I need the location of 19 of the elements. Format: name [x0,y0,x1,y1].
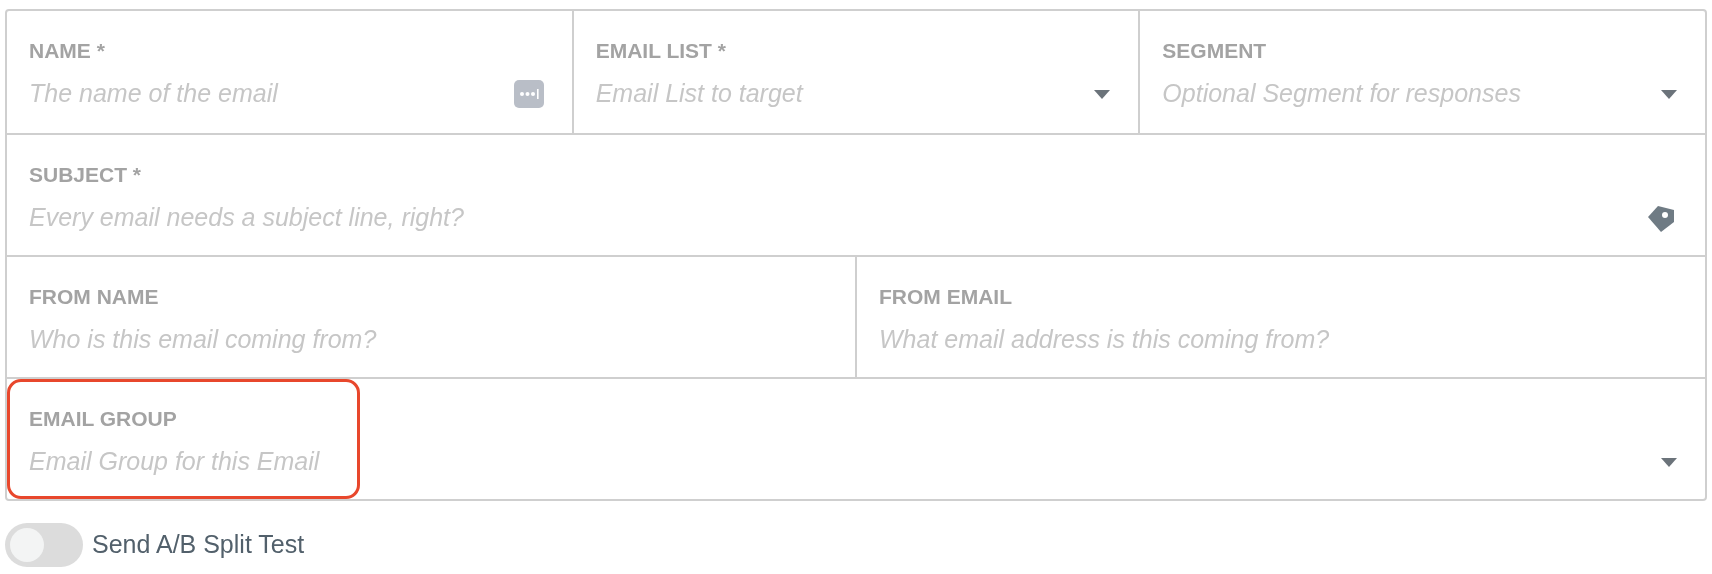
field-label: NAME * [29,39,106,63]
field-label: SUBJECT * [29,163,143,187]
input-field[interactable]: What email address is this coming from? [879,321,1677,359]
toggle-label: Send A/B Split Test [92,529,305,561]
field-label: FROM EMAIL [879,285,1013,309]
input-field[interactable]: Optional Segment for responses [1162,75,1661,113]
field-label: SEGMENT [1162,39,1268,63]
field-label: EMAIL GROUP [29,407,178,431]
input-field[interactable]: Email Group for this Email [29,443,1661,481]
field-label: EMAIL LIST * [595,39,727,63]
toggle-switch[interactable] [5,523,83,567]
caret-icon[interactable] [1661,457,1677,467]
caret-icon[interactable] [1094,89,1111,99]
input-field[interactable]: Email List to target [595,75,1095,113]
caret-icon[interactable] [1661,89,1677,99]
input-field[interactable]: Who is this email coming from? [29,321,827,359]
input-field[interactable]: The name of the email [29,75,514,113]
field-label: FROM NAME [29,285,160,309]
input-field[interactable]: Every email needs a subject line, right? [29,199,1645,237]
